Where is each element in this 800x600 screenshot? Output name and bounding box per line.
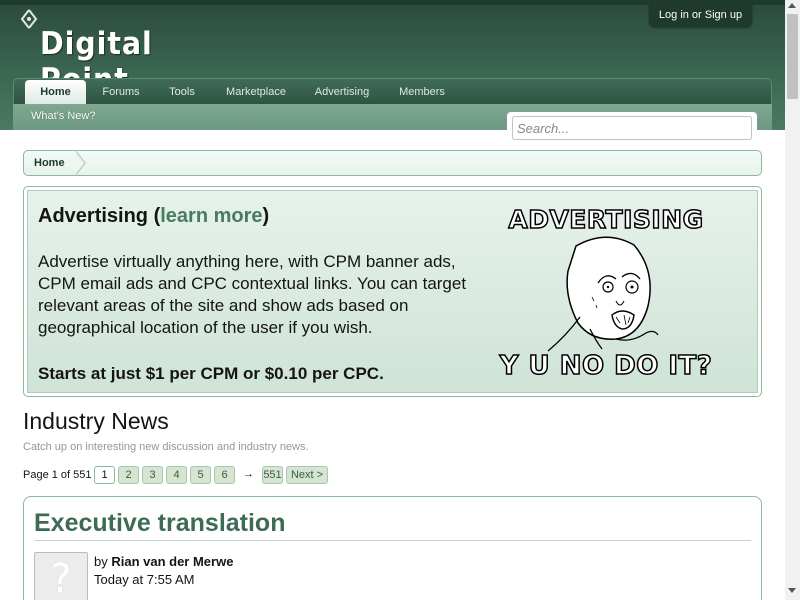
meme-image: ADVERTISING Y U NO DO IT? xyxy=(496,203,716,385)
scroll-up-arrow-icon[interactable] xyxy=(788,3,796,8)
y-u-no-face-icon xyxy=(547,236,659,352)
tab-forums[interactable]: Forums xyxy=(96,80,146,105)
ad-title-prefix: Advertising ( xyxy=(38,205,161,227)
ad-description: Advertise virtually anything here, with … xyxy=(38,252,467,337)
site-logo[interactable]: Digital Point xyxy=(18,8,218,98)
default-avatar-icon: ? xyxy=(50,556,72,600)
breadcrumb-separator-inner xyxy=(75,151,84,175)
scroll-down-arrow-icon[interactable] xyxy=(788,588,796,593)
article-byline: by Rian van der Merwe xyxy=(94,554,233,569)
page-5-button[interactable]: 5 xyxy=(190,466,211,484)
login-signup-button[interactable]: Log in or Sign up xyxy=(649,4,752,27)
meme-bottom-text: Y U NO DO IT? xyxy=(499,350,713,382)
page-last-button[interactable]: 551 xyxy=(262,466,283,484)
ad-title-suffix: ) xyxy=(262,205,270,227)
scroll-thumb[interactable] xyxy=(787,14,798,99)
author-link[interactable]: Rian van der Merwe xyxy=(111,554,233,569)
page-2-button[interactable]: 2 xyxy=(118,466,139,484)
page-4-button[interactable]: 4 xyxy=(166,466,187,484)
advertising-banner: Advertising (learn more) Advertise virtu… xyxy=(23,186,762,397)
news-article: Executive translation ? by Rian van der … xyxy=(23,496,762,600)
whats-new-link[interactable]: What's New? xyxy=(31,110,95,122)
post-time: Today at 7:55 AM xyxy=(94,572,195,587)
page-scrollbar[interactable] xyxy=(785,0,800,600)
search-box xyxy=(507,112,757,142)
meme-top-text: ADVERTISING xyxy=(508,204,704,235)
breadcrumb-home[interactable]: Home xyxy=(24,151,75,175)
article-title[interactable]: Executive translation xyxy=(34,509,285,538)
tab-advertising[interactable]: Advertising xyxy=(308,80,376,105)
tab-members[interactable]: Members xyxy=(392,80,452,105)
learn-more-link[interactable]: learn more xyxy=(160,205,262,227)
next-page-button[interactable]: Next > xyxy=(286,466,328,484)
page-label: Page 1 of 551 xyxy=(23,469,92,481)
tab-tools[interactable]: Tools xyxy=(160,80,204,105)
main-nav: Home Forums Tools Marketplace Advertisin… xyxy=(13,78,772,106)
article-divider xyxy=(34,540,751,541)
byline-prefix: by xyxy=(94,554,112,569)
ad-title: Advertising (learn more) xyxy=(38,205,269,228)
tab-marketplace[interactable]: Marketplace xyxy=(218,80,294,105)
avatar[interactable]: ? xyxy=(34,552,88,600)
section-title: Industry News xyxy=(23,408,169,434)
page-1-button[interactable]: 1 xyxy=(94,466,115,484)
page-3-button[interactable]: 3 xyxy=(142,466,163,484)
tab-home[interactable]: Home xyxy=(25,80,86,106)
logo-arrows-icon xyxy=(20,9,38,29)
site-header: Digital Point Log in or Sign up Home For… xyxy=(0,0,785,130)
breadcrumb: Home xyxy=(23,150,762,176)
ad-price: Starts at just $1 per CPM or $0.10 per C… xyxy=(38,364,384,383)
advertising-banner-inner: Advertising (learn more) Advertise virtu… xyxy=(27,190,758,393)
search-input[interactable] xyxy=(512,116,752,140)
section-description: Catch up on interesting new discussion a… xyxy=(23,441,309,453)
page-6-button[interactable]: 6 xyxy=(214,466,235,484)
page-skip-arrow: → xyxy=(243,468,254,480)
